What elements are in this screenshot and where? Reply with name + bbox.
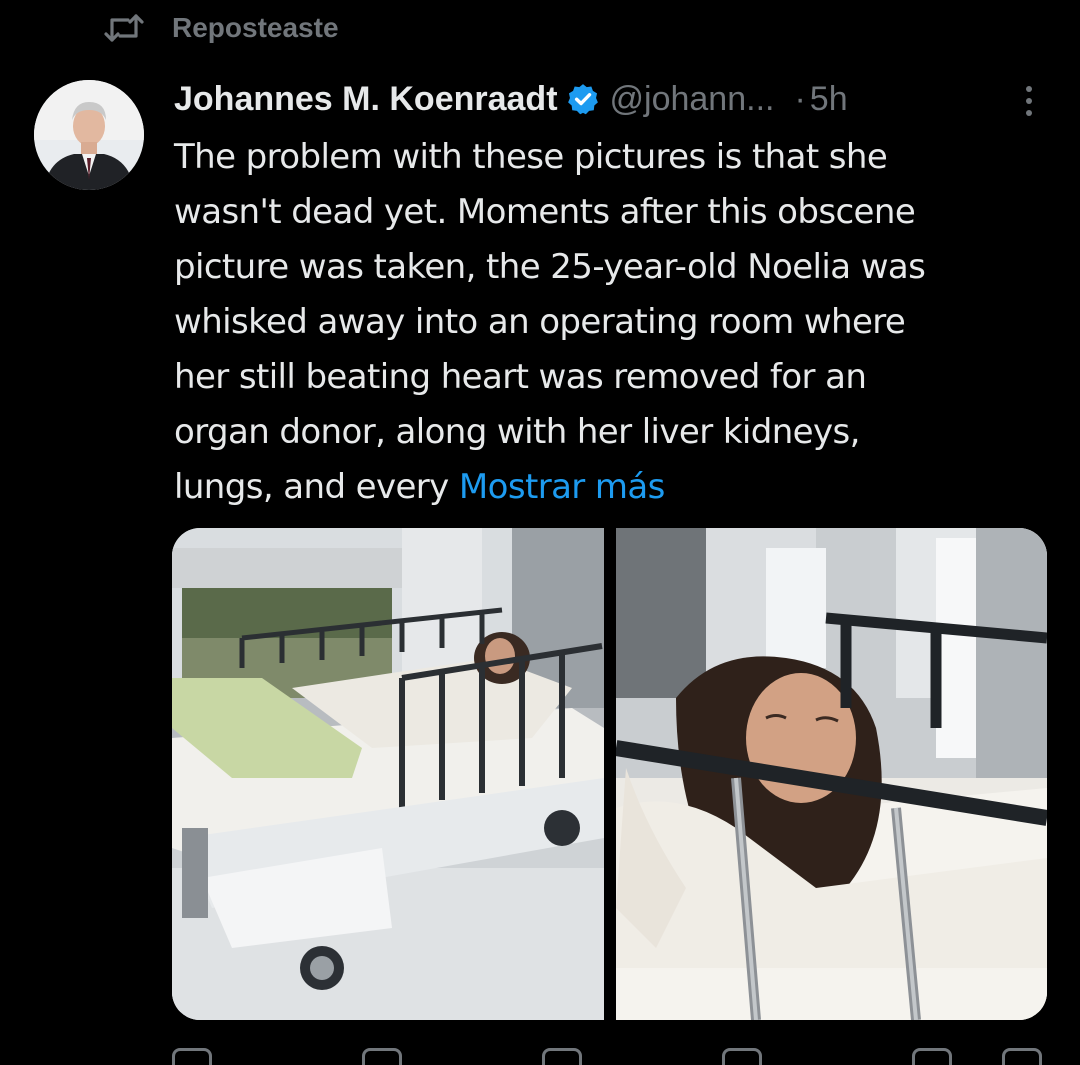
- timestamp[interactable]: 5h: [810, 80, 848, 119]
- tweet-text-line: wasn't dead yet. Moments after this obsc…: [174, 192, 916, 232]
- tweet-text-line: whisked away into an operating room wher…: [174, 302, 906, 342]
- avatar-image: [34, 80, 144, 190]
- tweet-text-line: The problem with these pictures is that …: [174, 137, 888, 177]
- avatar[interactable]: [34, 80, 144, 190]
- tweet-text-line: organ donor, along with her liver kidney…: [174, 412, 860, 452]
- tweet-text-line: her still beating heart was removed for …: [174, 357, 867, 397]
- photo-1[interactable]: [172, 528, 604, 1020]
- author-handle[interactable]: @johann...: [610, 80, 775, 119]
- views-icon[interactable]: [722, 1048, 762, 1065]
- reply-icon[interactable]: [172, 1048, 212, 1065]
- share-icon[interactable]: [1002, 1048, 1042, 1065]
- photo-2[interactable]: [615, 528, 1047, 1020]
- tweet-text-last-line: lungs, and every Mostrar más: [174, 460, 1054, 515]
- tweet-header: Johannes M. Koenraadt @johann... · 5h: [174, 76, 1060, 122]
- repost-action-icon[interactable]: [362, 1048, 402, 1065]
- media-grid: [172, 528, 1047, 1020]
- repost-label: Reposteaste: [172, 12, 339, 43]
- more-options-icon[interactable]: [1024, 86, 1034, 116]
- tweet-text-line: picture was taken, the 25-year-old Noeli…: [174, 247, 926, 287]
- separator-dot: ·: [794, 79, 806, 118]
- like-icon[interactable]: [542, 1048, 582, 1065]
- bookmark-icon[interactable]: [912, 1048, 952, 1065]
- repost-icon: [104, 12, 144, 44]
- author-name[interactable]: Johannes M. Koenraadt: [174, 80, 558, 119]
- tweet-text-line: lungs, and every: [174, 467, 449, 507]
- repost-indicator[interactable]: Reposteaste: [104, 8, 339, 48]
- show-more-link[interactable]: Mostrar más: [459, 467, 665, 507]
- verified-badge-icon: [566, 82, 600, 116]
- tweet-text: The problem with these pictures is that …: [174, 130, 1054, 515]
- action-bar: [172, 1040, 1047, 1065]
